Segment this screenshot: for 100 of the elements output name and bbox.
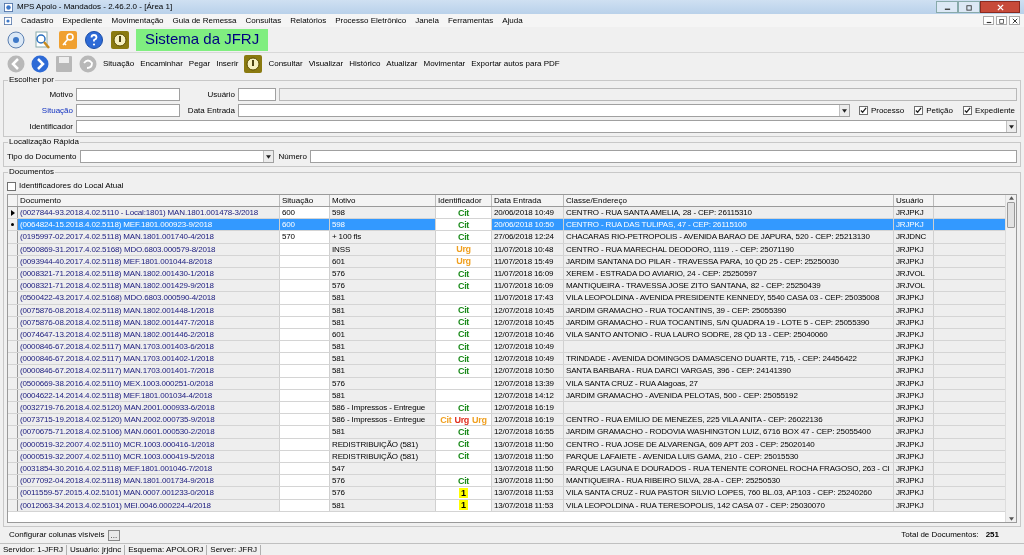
table-cell: 27/06/2018 12:24 [492,231,564,243]
toolbar-link[interactable]: Visualizar [307,58,345,70]
toolbar-link[interactable]: Situação [102,58,136,70]
help-icon[interactable] [84,29,104,50]
field-label: Motivo [48,88,73,101]
dropdown-field[interactable] [238,104,850,117]
table-row[interactable]: (0000846-67.2018.4.02.5117) MAN.1703.001402-1/2018 581 Cit 12/07/2018 10:49 TRINDADE - AVENIDA DOMINGOS DAMASCENO DUARTE, 715, - CEP: 24456422 JRJPKJ [8,353,1005,366]
table-row[interactable]: (0000846-67.2018.4.02.5117) MAN.1703.001403-6/2018 581 Cit 12/07/2018 10:49 JRJPKJ [8,341,1005,354]
table-cell [280,450,330,462]
close-button[interactable] [1009,16,1020,25]
table-cell: JRJPKJ [894,341,934,353]
table-row[interactable]: (0008321-71.2018.4.02.5118) MAN.1802.001429-9/2018 576 Cit 11/07/2018 16:09 MANTIQUEIRA - TRAVESSA JOSE ZITO SANTANA, 82 - CEP: 25250439 JRJVOL [8,280,1005,293]
menu-item[interactable]: Movimentação [111,14,164,27]
menu-item[interactable]: Processo Eletrônico [335,14,407,27]
checkbox-label: Processo [870,104,905,117]
table-cell [280,292,330,304]
check-icon [859,107,867,114]
field-label: Usuário [206,88,235,101]
search-icon[interactable] [32,29,52,50]
column-header[interactable]: Usuário [894,195,934,206]
scroll-thumb[interactable] [1007,202,1015,228]
toolbar-link[interactable]: Inserir [215,58,240,70]
identifier-tag: Cit [457,329,470,340]
table-row[interactable]: (0195997-02.2017.4.02.5118) MAN.1801.001740-4/2018 570 + 100 fls Cit 27/06/2018 12:24 CHACARAS RIO-PETROPOLIS - AVENIDA BARAO DE JAPURA, 520 - CEP: 25213130 JRJDNC [8,231,1005,244]
table-cell: VILA LEOPOLDINA - AVENIDA PRESIDENTE KENNEDY, 5540 CASA 03 - CEP: 25035008 [564,292,894,304]
key-icon[interactable] [58,29,78,50]
dropdown-field[interactable] [76,120,1017,133]
table-cell: XEREM - ESTRADA DO AVIARIO, 24 - CEP: 25250597 [564,267,894,280]
table-cell: VILA SANTA CRUZ - RUA Alagoas, 27 [564,377,894,389]
restore-button[interactable] [958,1,980,13]
menu-item[interactable]: Consultas [245,14,282,27]
menu-item[interactable]: Ferramentas [447,14,494,27]
scroll-up-icon[interactable] [1008,196,1014,200]
toolbar-link[interactable]: Encaminhar [139,58,184,70]
toolbar-link[interactable]: Movimentar [422,58,467,70]
table-cell: TRINDADE - AVENIDA DOMINGOS DAMASCENO DUARTE, 715, - CEP: 24456422 [564,353,894,365]
field-label: Data Entrada [186,104,235,117]
close-button[interactable] [980,1,1020,13]
identifier-tag: Urg [454,414,470,425]
input-field[interactable] [310,150,1017,163]
column-header[interactable]: Identificador [436,195,492,206]
column-header[interactable]: Data Entrada [492,195,564,206]
table-cell: JRJPKJ [894,292,934,304]
column-header[interactable]: Classe/Endereço [564,195,894,206]
restore-icon [998,17,1005,24]
menu-item[interactable]: Janela [415,14,439,27]
dropdown-field[interactable] [79,150,274,163]
column-header[interactable]: Motivo [330,195,436,206]
configure-columns-label: Configurar colunas visíveis [9,529,105,541]
configure-columns-button[interactable]: ... [107,529,121,541]
caret-icon [1009,124,1014,129]
toolbar-link[interactable]: Atualizar [385,58,419,70]
table-row[interactable]: (0000846-67.2018.4.02.5117) MAN.1703.001401-7/2018 581 Cit 12/07/2018 10:50 SANTA BARBARA - RUA DARCI VARGAS, 396 - CEP: 24141390 JRJPKJ [8,365,1005,378]
menu-item[interactable]: Guia de Remessa [172,14,237,27]
scroll-down-icon[interactable] [1008,517,1014,521]
menu-item[interactable]: Expediente [62,14,103,27]
table-cell: JARDIM SANTANA DO PILAR - TRAVESSA PARA, 10 QD 25 - CEP: 25250030 [564,255,894,267]
power-icon[interactable] [110,29,130,50]
checkbox-label: Identificadores do Local Atual [19,180,124,192]
column-header[interactable]: Situação [280,195,330,206]
table-row[interactable]: (0070675-71.2018.4.02.5106) MAN.0601.000530-2/2018 581 Cit 12/07/2018 16:55 JARDIM GRAMACHO - RODOVIA WASHINGTON LUIZ, 6716 BOX 47 - CEP: 25055400 JRJPKJ [8,426,1005,439]
checkbox[interactable] [914,106,924,115]
current-row-icon [10,209,15,216]
total-label: Total de Documentos: [901,529,979,541]
minimize-button[interactable] [983,16,994,25]
table-cell [280,426,330,438]
input-field[interactable] [76,88,180,101]
column-header[interactable]: Documento [18,195,280,206]
table-cell: 13/07/2018 11:50 [492,450,564,462]
identifier-tag: Urg [472,414,487,425]
table-cell: JRJPKJ [894,304,934,316]
forward-icon[interactable] [30,54,50,74]
table-row[interactable]: (0064824-15.2018.4.02.5118) MEF.1801.000923-9/2018 600 598 Cit 20/06/2018 10:50 CENTRO - RUA DAS TULIPAS, 47 - CEP: 26115100 JRJPKJ [8,219,1005,232]
input-field[interactable] [238,88,276,101]
power-icon[interactable] [243,54,264,74]
table-row[interactable]: (0073715-19.2018.4.02.5120) MAN.2002.000735-9/2018 586 - Impressos - Entregue Cit Urg Urg 12/07/2018 16:19 CENTRO - RUA EMILIO DE MENEZES, 225 VILA ANITA - CEP: 26022136 JRJPKJ [8,414,1005,427]
table-row[interactable]: (0032719-76.2018.4.02.5120) MAN.2001.000933-6/2018 586 - Impressos - Entregue Cit 12/07/2018 16:19 JRJPKJ [8,402,1005,415]
group-title: Escolher por [8,75,55,85]
toolbar-link[interactable]: Exportar autos para PDF [470,58,561,70]
toolbar-link[interactable]: Pegar [187,58,212,70]
checkbox[interactable] [7,181,16,191]
table-row[interactable]: (0027844-93.2018.4.02.5110 - Local:1801) MAN.1801.001478-3/2018 600 598 Cit 20/06/2018 10:49 CENTRO - RUA SANTA AMELIA, 28 - CEP: 26115310 JRJPKJ [8,207,1005,220]
table-row[interactable]: (0077092-04.2018.4.02.5118) MAN.1801.001734-9/2018 576 Cit 13/07/2018 11:50 MANTIQUEIRA - RUA RIBEIRO SILVA, 28-A - CEP: 25250530 JRJPKJ [8,475,1005,488]
checkbox-label: Petição [926,104,953,117]
menu-item[interactable]: Cadastro [21,14,54,27]
table-cell: CHACARAS RIO-PETROPOLIS - AVENIDA BARAO DE JAPURA, 520 - CEP: 25213130 [564,231,894,243]
restore-button[interactable] [996,16,1007,25]
menu-item[interactable]: Ajuda [502,14,523,27]
table-cell: 12/07/2018 10:46 [492,328,564,341]
checkbox[interactable] [858,106,868,115]
identifier-tag: Cit [440,414,452,425]
menu-item[interactable]: Relatórios [290,14,327,27]
scrollbar[interactable] [1005,195,1016,522]
table-cell: JRJPKJ [894,243,934,255]
table-row[interactable]: (0500422-43.2017.4.02.5168) MDO.6803.000590-4/2018 581 11/07/2018 17:43 VILA LEOPOLDINA - AVENIDA PRESIDENTE KENNEDY, 5540 CASA 03 - CEP: 25035008 JRJPKJ [8,292,1005,305]
table-row[interactable]: (0011559-57.2015.4.02.5101) MAN.0007.001233-0/2018 576 1 13/07/2018 11:53 VILA SANTA CRUZ - RUA PASTOR SILVIO LOPES, 760 BL.03, AP.103 - CEP: 25240260 JRJPKJ [8,487,1005,500]
checkbox[interactable] [962,106,972,115]
toolbar-link[interactable]: Consultar [267,58,304,70]
toolbar-link[interactable]: Histórico [348,58,382,70]
input-field[interactable] [76,104,180,117]
